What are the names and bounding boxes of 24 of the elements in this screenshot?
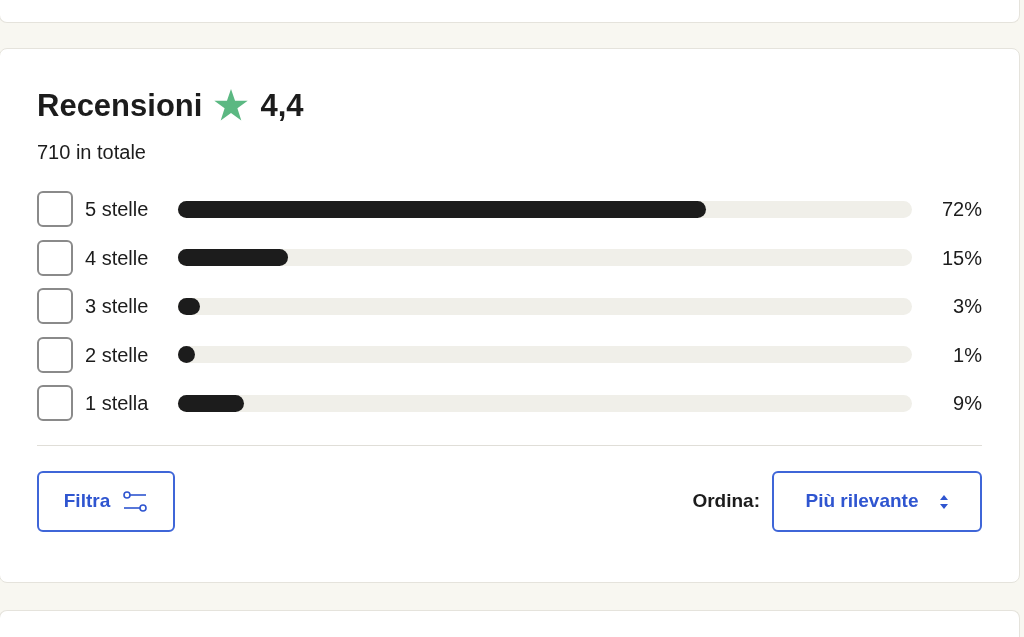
checkbox[interactable] (37, 288, 73, 324)
checkbox[interactable] (37, 385, 73, 421)
filter-button[interactable]: Filtra (37, 471, 175, 532)
rating-percent: 9% (952, 391, 982, 416)
sort-select[interactable]: Più rilevante (772, 471, 982, 532)
rating-value: 4,4 (260, 89, 304, 121)
rating-label: 2 stelle (85, 342, 150, 368)
checkbox[interactable] (37, 336, 73, 373)
star-icon (214, 89, 249, 121)
rating-percent: 3% (952, 294, 982, 319)
rating-label: 4 stelle (85, 245, 150, 271)
review-count: 710 in totale (37, 140, 147, 165)
sliders-icon (122, 488, 149, 515)
rating-label: 5 stelle (85, 197, 150, 222)
rating-percent: 72% (940, 197, 982, 222)
reviews-title: Recensioni (37, 89, 203, 121)
rating-percent: 1% (952, 342, 982, 368)
sort-label: Ordina: (692, 489, 760, 514)
checkbox[interactable] (37, 239, 73, 276)
rating-label: 3 stelle (85, 294, 150, 319)
rating-percent: 15% (940, 245, 982, 271)
rating-label: 1 stella (85, 391, 150, 416)
checkbox[interactable] (37, 191, 73, 227)
sort-caret-icon (938, 493, 949, 510)
